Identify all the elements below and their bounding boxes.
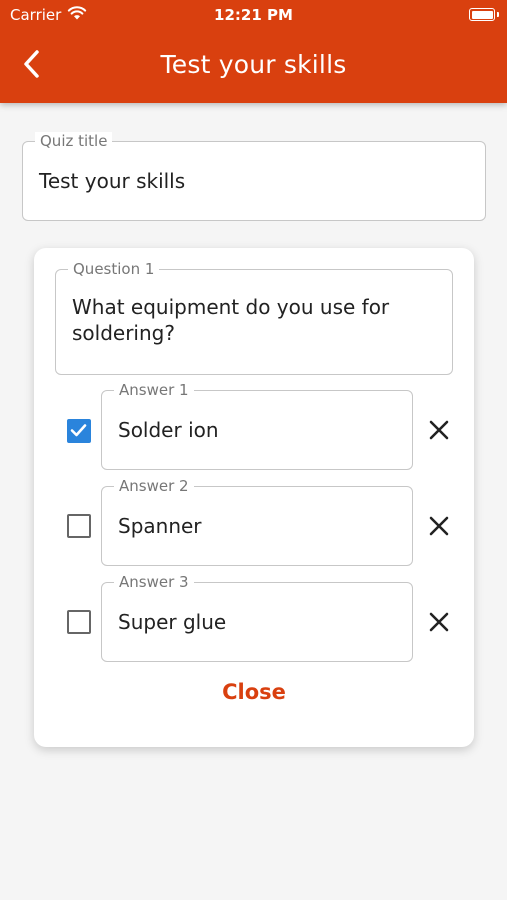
question-label: Question 1 bbox=[68, 260, 160, 278]
question-card: Question 1 What equipment do you use for… bbox=[34, 248, 474, 747]
question-field[interactable]: Question 1 What equipment do you use for… bbox=[55, 260, 453, 375]
quiz-title-field[interactable]: Quiz title Test your skills bbox=[22, 132, 486, 221]
answer-2-input[interactable]: Spanner bbox=[118, 513, 202, 539]
remove-answer-1-button[interactable] bbox=[425, 416, 453, 444]
answer-3-checkbox[interactable] bbox=[67, 610, 91, 634]
app-bar: Carrier 12:21 PM Test your skills bbox=[0, 0, 507, 103]
answer-1-input[interactable]: Solder ion bbox=[118, 417, 219, 443]
status-time: 12:21 PM bbox=[214, 6, 293, 24]
answer-2-field[interactable]: Answer 2 Spanner bbox=[101, 477, 413, 566]
answer-3-label: Answer 3 bbox=[114, 573, 194, 591]
close-icon bbox=[425, 612, 453, 640]
answer-2-label: Answer 2 bbox=[114, 477, 194, 495]
answer-2-checkbox[interactable] bbox=[67, 514, 91, 538]
close-icon bbox=[425, 516, 453, 544]
answer-3-field[interactable]: Answer 3 Super glue bbox=[101, 573, 413, 662]
page-title: Test your skills bbox=[160, 50, 347, 79]
answer-3-input[interactable]: Super glue bbox=[118, 609, 226, 635]
question-input[interactable]: What equipment do you use for soldering? bbox=[72, 294, 422, 346]
answer-1-label: Answer 1 bbox=[114, 381, 194, 399]
quiz-title-label: Quiz title bbox=[35, 132, 113, 150]
status-bar: Carrier 12:21 PM bbox=[0, 0, 507, 30]
battery-icon bbox=[469, 8, 499, 21]
close-button[interactable]: Close bbox=[34, 680, 474, 704]
answer-1-checkbox[interactable] bbox=[67, 419, 91, 443]
close-icon bbox=[425, 420, 453, 448]
remove-answer-3-button[interactable] bbox=[425, 608, 453, 636]
quiz-title-input[interactable]: Test your skills bbox=[39, 168, 185, 194]
answer-1-field[interactable]: Answer 1 Solder ion bbox=[101, 381, 413, 470]
remove-answer-2-button[interactable] bbox=[425, 512, 453, 540]
